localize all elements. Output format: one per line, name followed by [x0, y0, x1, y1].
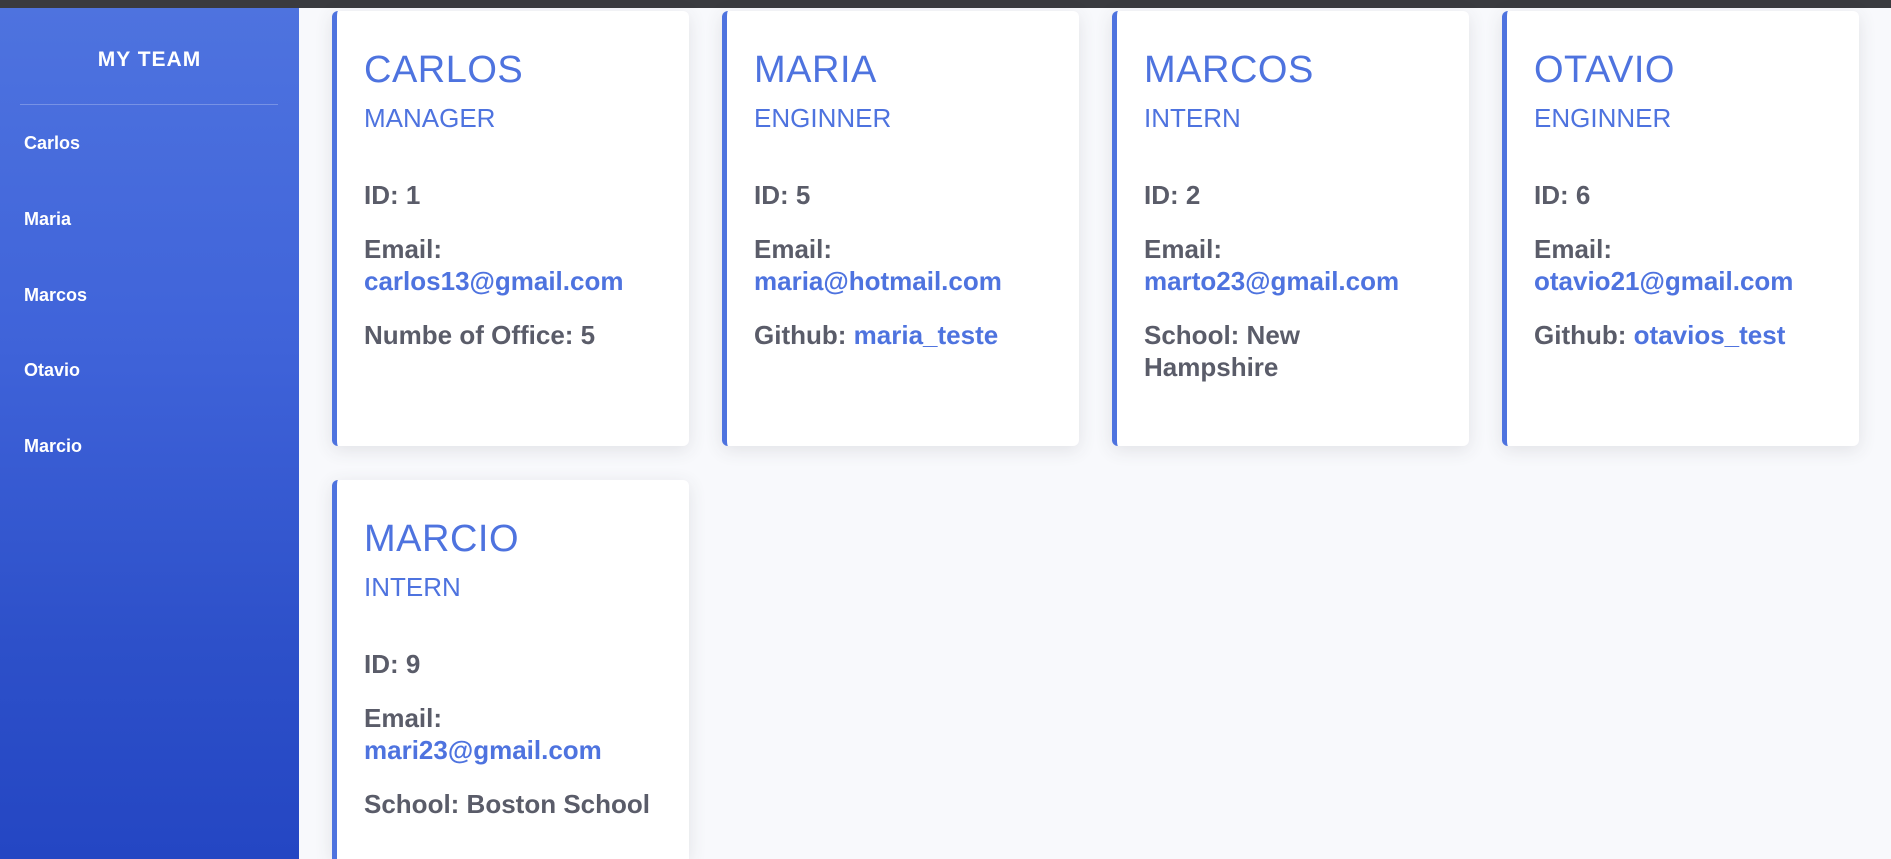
sidebar-item-maria[interactable]: Maria	[24, 204, 274, 234]
card-id: ID: 9	[364, 649, 421, 679]
card-email-label: Email:	[754, 234, 833, 264]
card-name: OTAVIO	[1534, 49, 1675, 91]
card-role: ENGINNER	[754, 103, 892, 133]
team-card-maria: MARIA ENGINNER ID: 5 Email: maria@hotmai…	[722, 11, 1079, 446]
card-email-label: Email:	[1144, 234, 1223, 264]
card-email-link[interactable]: maria@hotmail.com	[754, 265, 1064, 297]
card-email-link[interactable]: carlos13@gmail.com	[364, 265, 674, 297]
team-card-marcio: MARCIO INTERN ID: 9 Email: mari23@gmail.…	[332, 480, 689, 859]
card-role: ENGINNER	[1534, 103, 1672, 133]
card-id: ID: 1	[364, 180, 421, 210]
card-role: MANAGER	[364, 103, 496, 133]
sidebar-title: MY TEAM	[97, 48, 202, 71]
card-role: INTERN	[364, 572, 461, 602]
card-github-link[interactable]: otavios_test	[1634, 320, 1786, 350]
sidebar-item-carlos[interactable]: Carlos	[24, 128, 274, 158]
window-top-bar	[0, 0, 1891, 8]
card-email-label: Email:	[1534, 234, 1613, 264]
card-id: ID: 5	[754, 180, 811, 210]
sidebar-item-marcos[interactable]: Marcos	[24, 280, 274, 310]
sidebar: MY TEAM Carlos Maria Marcos Otavio Marci…	[0, 8, 299, 859]
sidebar-item-otavio[interactable]: Otavio	[24, 355, 274, 385]
card-name: MARIA	[754, 49, 877, 91]
sidebar-divider	[20, 104, 278, 105]
card-email-label: Email:	[364, 234, 443, 264]
card-role: INTERN	[1144, 103, 1241, 133]
card-github-label: Github:	[754, 320, 847, 350]
card-email-link[interactable]: otavio21@gmail.com	[1534, 265, 1844, 297]
card-id: ID: 6	[1534, 180, 1591, 210]
card-school: School: New Hampshire	[1144, 320, 1301, 382]
card-github-link[interactable]: maria_teste	[854, 320, 999, 350]
card-name: MARCIO	[364, 518, 519, 560]
card-github: Github: maria_teste	[754, 319, 1064, 351]
card-email-label: Email:	[364, 703, 443, 733]
card-email-link[interactable]: marto23@gmail.com	[1144, 265, 1454, 297]
sidebar-item-marcio[interactable]: Marcio	[24, 431, 274, 461]
card-office-number: Numbe of Office: 5	[364, 320, 596, 350]
card-name: MARCOS	[1144, 49, 1314, 91]
card-email-link[interactable]: mari23@gmail.com	[364, 734, 674, 766]
team-card-marcos: MARCOS INTERN ID: 2 Email: marto23@gmail…	[1112, 11, 1469, 446]
card-name: CARLOS	[364, 49, 524, 91]
team-card-otavio: OTAVIO ENGINNER ID: 6 Email: otavio21@gm…	[1502, 11, 1859, 446]
team-card-carlos: CARLOS MANAGER ID: 1 Email: carlos13@gma…	[332, 11, 689, 446]
card-github: Github: otavios_test	[1534, 319, 1844, 351]
card-github-label: Github:	[1534, 320, 1627, 350]
card-id: ID: 2	[1144, 180, 1201, 210]
card-school: School: Boston School	[364, 789, 650, 819]
